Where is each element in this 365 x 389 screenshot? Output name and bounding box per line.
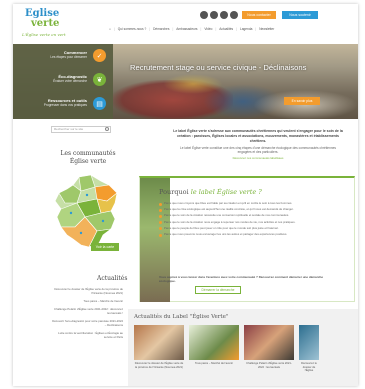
nav-item[interactable]: Qui sommes-nous ?	[118, 27, 147, 31]
bullet-icon	[159, 202, 162, 206]
menu-item-ressources[interactable]: Ressources et outils Progresser dans vos…	[13, 94, 113, 116]
search-input[interactable]: Rechercher sur le site	[51, 126, 111, 133]
news-card-image	[299, 325, 319, 360]
quick-menu: Commencer Les étapes pour démarrer ✓ Éco…	[13, 44, 113, 119]
news-item[interactable]: Découvrir l'éco-diagnostic pour votre pa…	[51, 319, 123, 327]
why-box: Pourquoi le label Église verte ? Parce q…	[139, 176, 355, 302]
why-list-item: Parce que nous croyons que Dieu est fidè…	[159, 201, 319, 206]
facebook-icon[interactable]	[200, 11, 208, 19]
why-note: Vous aspirez à vous lancer dans l'aventu…	[159, 275, 324, 283]
youtube-icon[interactable]	[220, 11, 228, 19]
instagram-icon[interactable]	[230, 11, 238, 19]
news-card[interactable]: Tous parés – Marché de l'avenir	[189, 325, 239, 373]
news-list: Découvrez le dossier de l'Église verte d…	[51, 287, 123, 343]
news-card-image	[134, 325, 184, 360]
start-button[interactable]: Démarrer la démarche	[195, 286, 241, 294]
news-card[interactable]: Découvrez le dossier de l'Église verte d…	[134, 325, 184, 373]
communities-title: Les communautés Église verte	[60, 150, 116, 165]
menu-item-eco-diagnostic[interactable]: Éco-diagnostic Évaluer votre démarche ❦	[13, 70, 113, 92]
intro-link[interactable]: Découvrez nos communautés labellisées	[173, 156, 343, 160]
menu-item-subtitle: Progresser dans vos pratiques	[43, 103, 87, 107]
logo-word-verte: verte	[31, 18, 60, 29]
news-card[interactable]: Challenge Pelarin d'Église verte 2021-20…	[244, 325, 294, 373]
nav-item[interactable]: Démarches	[153, 27, 169, 31]
search-icon[interactable]	[105, 127, 109, 131]
why-title: Pourquoi le label Église verte ?	[159, 188, 262, 196]
why-list-item: Parce que nous pouvons nous encourager l…	[159, 232, 319, 237]
social-links	[200, 11, 238, 19]
news-item[interactable]: Découvrez le dossier de l'Église verte d…	[51, 287, 123, 295]
why-title-plain: Pourquoi	[159, 188, 191, 196]
book-icon: ▤	[93, 97, 106, 110]
check-icon: ✓	[93, 49, 106, 62]
news-card-caption: Challenge Pelarin d'Église verte 2021-20…	[246, 362, 292, 369]
news-item[interactable]: Challenge Pelarin d'Église verte 2021-20…	[51, 307, 123, 315]
main-nav: ⌂ | Qui sommes-nous ? | Démarches | Amba…	[109, 27, 275, 31]
contact-button[interactable]: Nous contacter	[242, 11, 276, 19]
intro-bold-text: Le label Église verte s'adresse aux comm…	[173, 129, 343, 143]
bullet-icon	[159, 221, 162, 225]
news-title: Actualités	[97, 275, 128, 282]
support-button[interactable]: Nous soutenir	[282, 11, 318, 19]
why-image	[140, 178, 170, 302]
leaf-icon: ❦	[93, 73, 106, 86]
news-card-caption: Tous parés – Marché de l'avenir	[194, 362, 233, 365]
intro-paragraph: Le label Église verte constitue une des …	[179, 146, 336, 154]
why-list-item: Parce que le soin de la création nécessi…	[159, 214, 319, 218]
why-list-item: Parce que le peuple de Dieu peut jouer u…	[159, 226, 319, 231]
menu-item-subtitle: Les étapes pour démarrer	[50, 55, 87, 59]
menu-item-commencer[interactable]: Commencer Les étapes pour démarrer ✓	[13, 46, 113, 68]
map-button[interactable]: Voir la carte	[91, 243, 119, 251]
twitter-icon[interactable]	[210, 11, 218, 19]
bullet-icon	[159, 233, 162, 237]
news-cards: Découvrez le dossier de l'Église verte d…	[134, 325, 319, 373]
logo-tagline: L'Église verte en vert	[22, 32, 66, 37]
nav-item[interactable]: Vidéo	[204, 27, 212, 31]
nav-item[interactable]: Ambassadeurs	[176, 27, 197, 31]
label-news-title: Actualités du Label "Église Verte"	[134, 314, 229, 320]
nav-item[interactable]: Newsletter	[259, 27, 274, 31]
bullet-icon	[159, 208, 162, 212]
hero-title: Recrutement stage ou service civique - D…	[130, 63, 307, 72]
nav-item[interactable]: Actualités	[219, 27, 233, 31]
bullet-icon	[159, 214, 162, 218]
page: Eglise verte L'Église verte en vert Nous…	[13, 4, 358, 386]
why-title-em: le label Église verte ?	[190, 188, 262, 196]
nav-item[interactable]: Lagenda	[240, 27, 252, 31]
why-list-item: Parce que le soin de la création nous en…	[159, 220, 319, 225]
hero-more-button[interactable]: En savoir plus	[284, 97, 320, 105]
france-map[interactable]	[51, 173, 123, 253]
home-icon[interactable]: ⌂	[109, 27, 111, 31]
news-card-caption: Découvrez le dossier de l'Église verte d…	[134, 362, 184, 369]
site-header: Eglise verte L'Église verte en vert Nous…	[13, 4, 358, 44]
why-list: Parce que nous croyons que Dieu est fidè…	[159, 201, 319, 239]
news-card-caption: Découvrez le dossier de l'Église	[301, 362, 317, 373]
label-intro: Le label Église verte s'adresse aux comm…	[173, 129, 343, 160]
menu-item-subtitle: Évaluer votre démarche	[53, 79, 87, 83]
why-list-item: Parce que la crise écologique est aujour…	[159, 207, 319, 212]
label-news-band: Actualités du Label "Église Verte" Décou…	[128, 309, 358, 386]
site-logo[interactable]: Eglise verte L'Église verte en vert	[21, 9, 71, 39]
news-card-image	[244, 325, 294, 360]
news-card-image	[189, 325, 239, 360]
news-item[interactable]: Lutte contre la ventrilocation : Églises…	[51, 331, 123, 339]
bullet-icon	[159, 227, 162, 231]
news-card[interactable]: Découvrez le dossier de l'Église	[299, 325, 319, 373]
news-item[interactable]: Tous parés – Marché de l'avenir	[51, 299, 123, 303]
